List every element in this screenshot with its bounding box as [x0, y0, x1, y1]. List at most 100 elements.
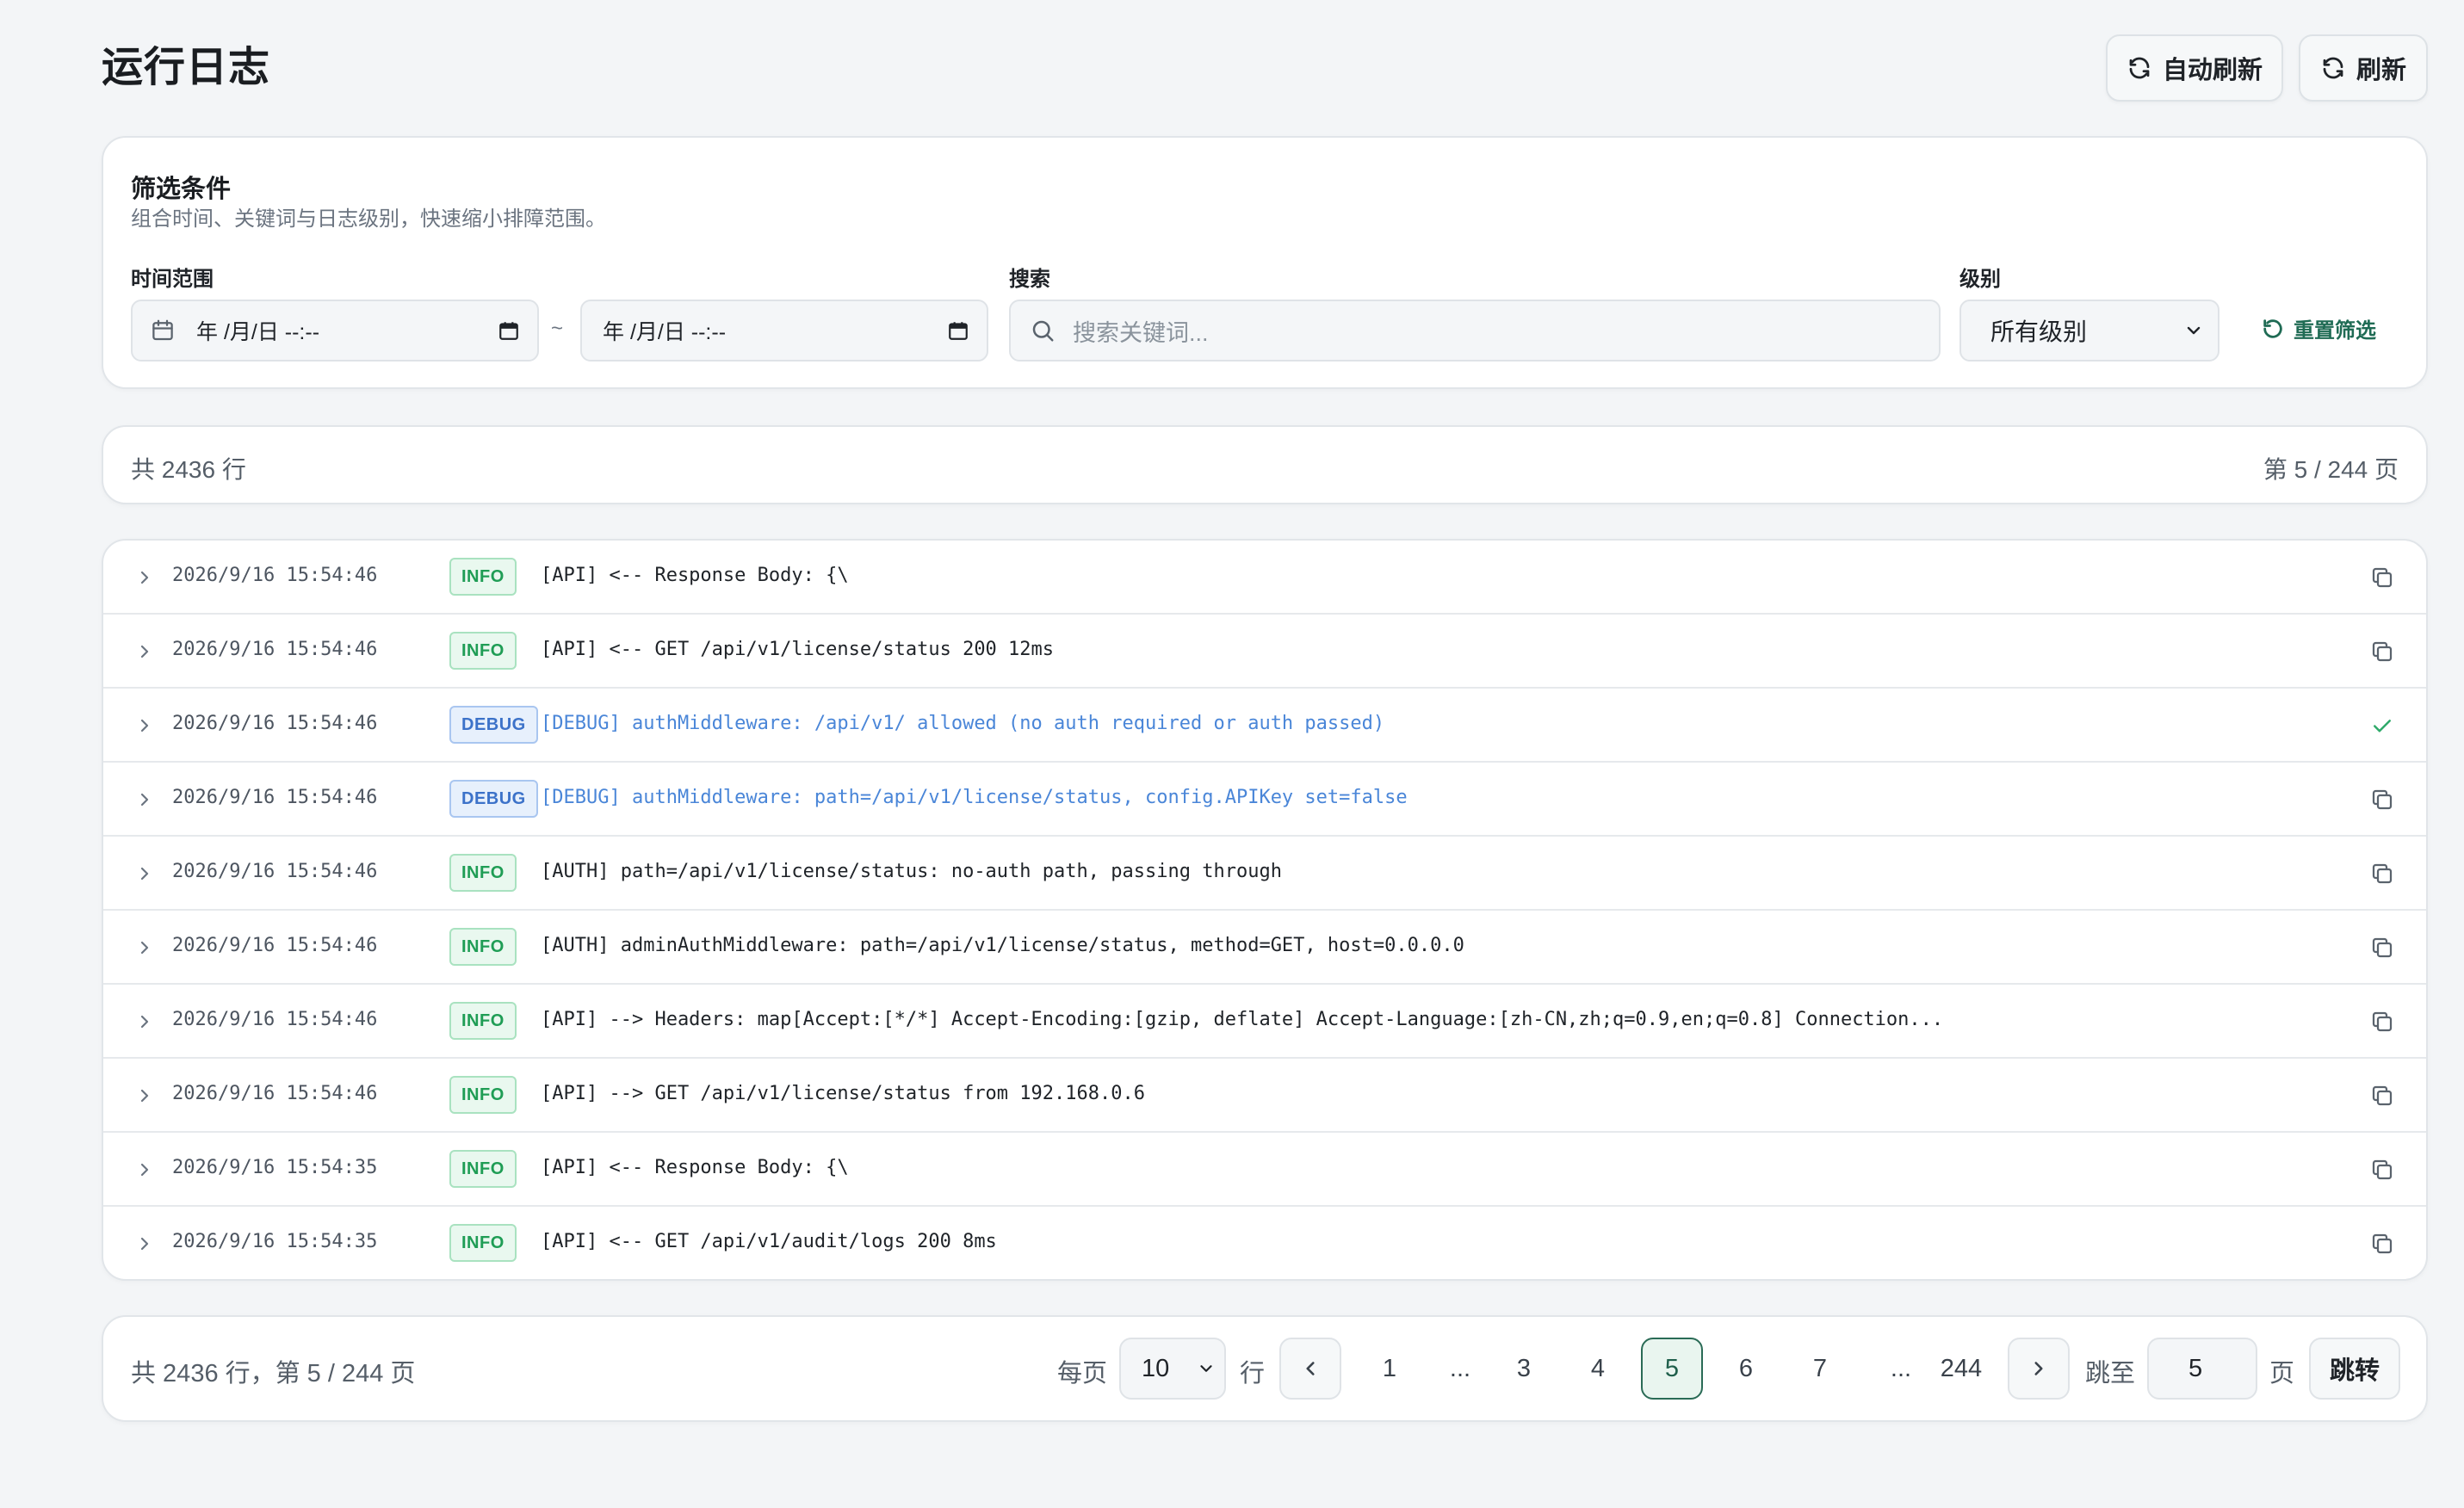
- page-button[interactable]: 7: [1789, 1338, 1851, 1400]
- level-select[interactable]: 所有级别: [1959, 300, 2219, 362]
- log-row[interactable]: 2026/9/16 15:54:46 INFO [AUTH] adminAuthMi…: [103, 911, 2426, 985]
- copied-check-icon[interactable]: [2369, 713, 2395, 739]
- end-datetime-input[interactable]: 年 /月/日 --:--: [580, 300, 988, 362]
- refresh-label: 刷新: [2356, 57, 2406, 84]
- page-title: 运行日志: [102, 45, 271, 90]
- next-page-button[interactable]: [2008, 1338, 2070, 1400]
- page-info-text: 第 5 / 244 页: [2263, 456, 2399, 483]
- total-rows-text: 共 2436 行: [131, 456, 246, 483]
- expand-chevron-icon[interactable]: [134, 789, 155, 810]
- log-level-badge: INFO: [449, 1002, 517, 1040]
- log-timestamp: 2026/9/16 15:54:46: [172, 787, 378, 808]
- search-placeholder: 搜索关键词...: [1073, 319, 1209, 346]
- page-button-current[interactable]: 5: [1641, 1338, 1703, 1400]
- auto-refresh-button[interactable]: 自动刷新: [2106, 34, 2283, 102]
- reset-filters-button[interactable]: 重置筛选: [2261, 313, 2376, 343]
- start-datetime-value: 年 /月/日 --:--: [196, 320, 320, 344]
- expand-chevron-icon[interactable]: [134, 937, 155, 958]
- log-page: 运行日志 自动刷新 刷新 筛选条件 组合时间、关键词与日志级别，快速缩小排障范围…: [0, 0, 2464, 1508]
- log-row[interactable]: 2026/9/16 15:54:46 INFO [API] <-- Response…: [103, 541, 2426, 615]
- log-list: 2026/9/16 15:54:46 INFO [API] <-- Response…: [102, 539, 2428, 1281]
- log-row[interactable]: 2026/9/16 15:54:46 DEBUG [DEBUG] authMiddl…: [103, 689, 2426, 763]
- calendar-picker-icon[interactable]: [498, 319, 520, 342]
- copy-icon[interactable]: [2369, 1009, 2395, 1035]
- per-page-label: 每页: [1057, 1360, 1108, 1387]
- log-row[interactable]: 2026/9/16 15:54:35 INFO [API] <-- Response…: [103, 1133, 2426, 1207]
- jump-page-value: 5: [2189, 1354, 2203, 1382]
- per-page-select[interactable]: 10: [1119, 1338, 1226, 1400]
- filter-card: 筛选条件 组合时间、关键词与日志级别，快速缩小排障范围。 时间范围 年 /月/日…: [102, 136, 2428, 389]
- reset-filters-label: 重置筛选: [2294, 319, 2376, 343]
- jump-button[interactable]: 跳转: [2309, 1338, 2400, 1400]
- filter-subtitle: 组合时间、关键词与日志级别，快速缩小排障范围。: [131, 207, 606, 231]
- log-timestamp: 2026/9/16 15:54:46: [172, 861, 378, 882]
- jump-page-input[interactable]: 5: [2147, 1338, 2257, 1400]
- copy-icon[interactable]: [2369, 1157, 2395, 1183]
- log-level-badge: INFO: [449, 1076, 517, 1114]
- log-level-badge: INFO: [449, 632, 517, 670]
- log-message: [API] <-- GET /api/v1/license/status 200…: [541, 639, 1055, 660]
- copy-icon[interactable]: [2369, 1231, 2395, 1257]
- log-message: [DEBUG] authMiddleware: /api/v1/ allowed…: [541, 713, 1385, 734]
- chevron-down-icon: [2187, 326, 2201, 335]
- page-button[interactable]: 4: [1567, 1338, 1629, 1400]
- copy-icon[interactable]: [2369, 565, 2395, 590]
- expand-chevron-icon[interactable]: [134, 863, 155, 884]
- log-timestamp: 2026/9/16 15:54:46: [172, 1009, 378, 1030]
- log-timestamp: 2026/9/16 15:54:46: [172, 1083, 378, 1104]
- page-button[interactable]: 1: [1359, 1338, 1421, 1400]
- page-button[interactable]: 6: [1715, 1338, 1777, 1400]
- log-timestamp: 2026/9/16 15:54:46: [172, 639, 378, 660]
- log-message: [API] <-- Response Body: {\: [541, 565, 849, 586]
- expand-chevron-icon[interactable]: [134, 641, 155, 662]
- log-row[interactable]: 2026/9/16 15:54:35 INFO [API] <-- GET /api…: [103, 1207, 2426, 1279]
- copy-icon[interactable]: [2369, 639, 2395, 664]
- expand-chevron-icon[interactable]: [134, 715, 155, 736]
- copy-icon[interactable]: [2369, 935, 2395, 961]
- prev-page-button[interactable]: [1279, 1338, 1341, 1400]
- copy-icon[interactable]: [2369, 1083, 2395, 1109]
- log-timestamp: 2026/9/16 15:54:46: [172, 713, 378, 734]
- log-row[interactable]: 2026/9/16 15:54:46 INFO [API] --> GET /api…: [103, 1059, 2426, 1133]
- search-input[interactable]: 搜索关键词...: [1009, 300, 1941, 362]
- per-page-value: 10: [1142, 1354, 1170, 1382]
- rows-unit-label: 行: [1240, 1360, 1266, 1387]
- log-level-badge: DEBUG: [449, 780, 538, 818]
- log-level-badge: INFO: [449, 854, 517, 892]
- log-timestamp: 2026/9/16 15:54:46: [172, 565, 378, 586]
- range-separator: ~: [551, 317, 564, 340]
- log-level-badge: DEBUG: [449, 706, 538, 744]
- start-datetime-input[interactable]: 年 /月/日 --:--: [131, 300, 539, 362]
- expand-chevron-icon[interactable]: [134, 1011, 155, 1032]
- expand-chevron-icon[interactable]: [134, 1233, 155, 1254]
- log-row[interactable]: 2026/9/16 15:54:46 INFO [API] --> Headers:…: [103, 985, 2426, 1059]
- expand-chevron-icon[interactable]: [134, 1085, 155, 1106]
- pagination-bar: 共 2436 行，第 5 / 244 页 每页 10 行 1... 3 4 5 6 7..…: [102, 1315, 2428, 1422]
- log-timestamp: 2026/9/16 15:54:46: [172, 935, 378, 956]
- level-label: 级别: [1959, 268, 2001, 291]
- end-datetime-value: 年 /月/日 --:--: [603, 320, 727, 344]
- auto-refresh-label: 自动刷新: [2162, 57, 2263, 84]
- log-timestamp: 2026/9/16 15:54:35: [172, 1157, 378, 1178]
- page-button[interactable]: 3: [1493, 1338, 1555, 1400]
- reset-icon: [2263, 318, 2282, 338]
- copy-icon[interactable]: [2369, 861, 2395, 887]
- page-button[interactable]: 244: [1920, 1338, 2003, 1400]
- summary-card: 共 2436 行 第 5 / 244 页: [102, 425, 2428, 504]
- jump-label: 跳至: [2085, 1360, 2136, 1387]
- log-message: [API] <-- GET /api/v1/audit/logs 200 8ms: [541, 1231, 997, 1252]
- expand-chevron-icon[interactable]: [134, 1159, 155, 1180]
- copy-icon[interactable]: [2369, 787, 2395, 813]
- refresh-button[interactable]: 刷新: [2299, 34, 2428, 102]
- calendar-picker-icon[interactable]: [947, 319, 969, 342]
- pager-summary: 共 2436 行，第 5 / 244 页: [131, 1360, 416, 1387]
- log-row[interactable]: 2026/9/16 15:54:46 INFO [API] <-- GET /api…: [103, 615, 2426, 689]
- refresh-icon: [2129, 57, 2150, 79]
- log-row[interactable]: 2026/9/16 15:54:46 INFO [AUTH] path=/api/v…: [103, 837, 2426, 911]
- log-row[interactable]: 2026/9/16 15:54:46 DEBUG [DEBUG] authMiddl…: [103, 763, 2426, 837]
- search-label: 搜索: [1009, 268, 1050, 291]
- expand-chevron-icon[interactable]: [134, 567, 155, 588]
- refresh-icon: [2323, 57, 2343, 79]
- log-level-badge: INFO: [449, 1150, 517, 1188]
- filter-title: 筛选条件: [131, 176, 232, 203]
